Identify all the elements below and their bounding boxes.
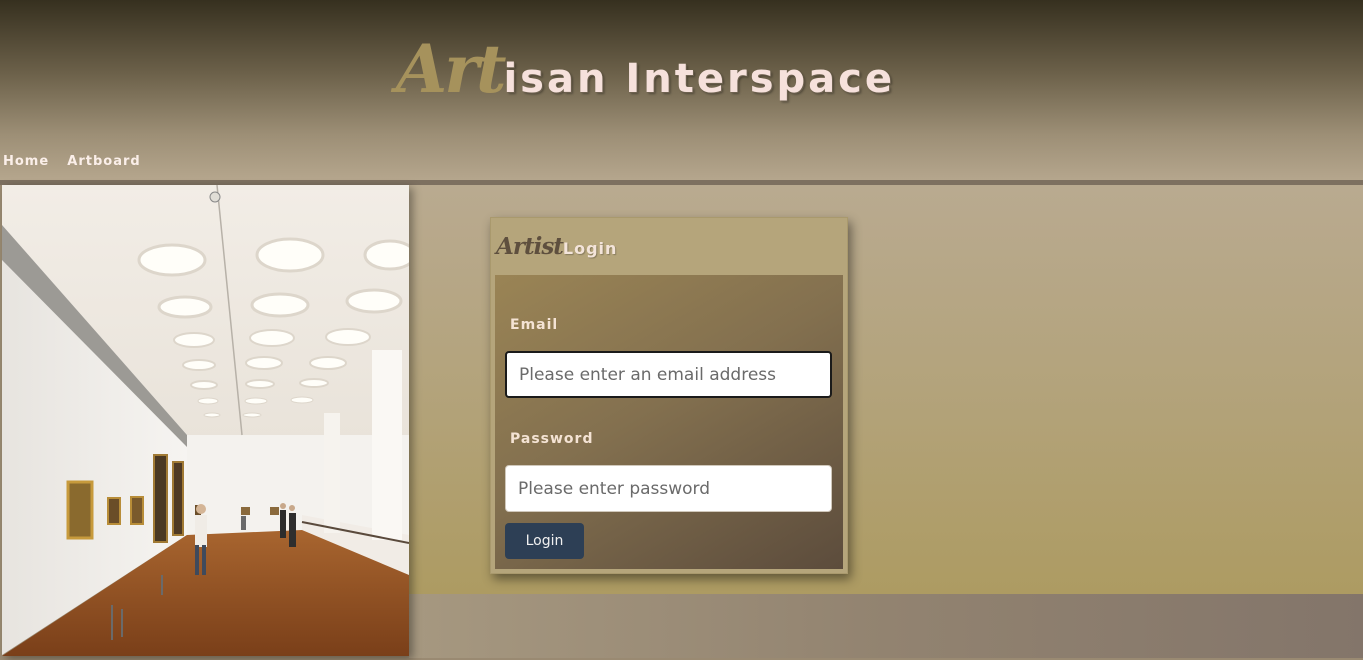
- login-card: ArtistLogin Email Password Login: [490, 217, 848, 574]
- login-button[interactable]: Login: [505, 523, 584, 559]
- site-header: Artisan Interspace Home Artboard: [0, 0, 1363, 180]
- nav-artboard-link[interactable]: Artboard: [67, 154, 140, 169]
- logo-text: isan Interspace: [503, 56, 895, 102]
- site-logo: Artisan Interspace: [396, 30, 895, 108]
- footer-band: [409, 594, 1363, 658]
- login-title-prefix: Artist: [496, 233, 564, 260]
- login-title: ArtistLogin: [496, 233, 617, 260]
- main-nav: Home Artboard: [3, 150, 154, 169]
- logo-prefix: Art: [396, 30, 506, 108]
- email-field[interactable]: [505, 351, 832, 398]
- password-label: Password: [510, 431, 594, 447]
- email-label: Email: [510, 317, 559, 333]
- login-title-text: Login: [562, 239, 618, 258]
- login-form: Email Password Login: [495, 275, 843, 569]
- password-field[interactable]: [505, 465, 832, 512]
- gallery-image: [2, 184, 417, 656]
- nav-home-link[interactable]: Home: [3, 154, 49, 169]
